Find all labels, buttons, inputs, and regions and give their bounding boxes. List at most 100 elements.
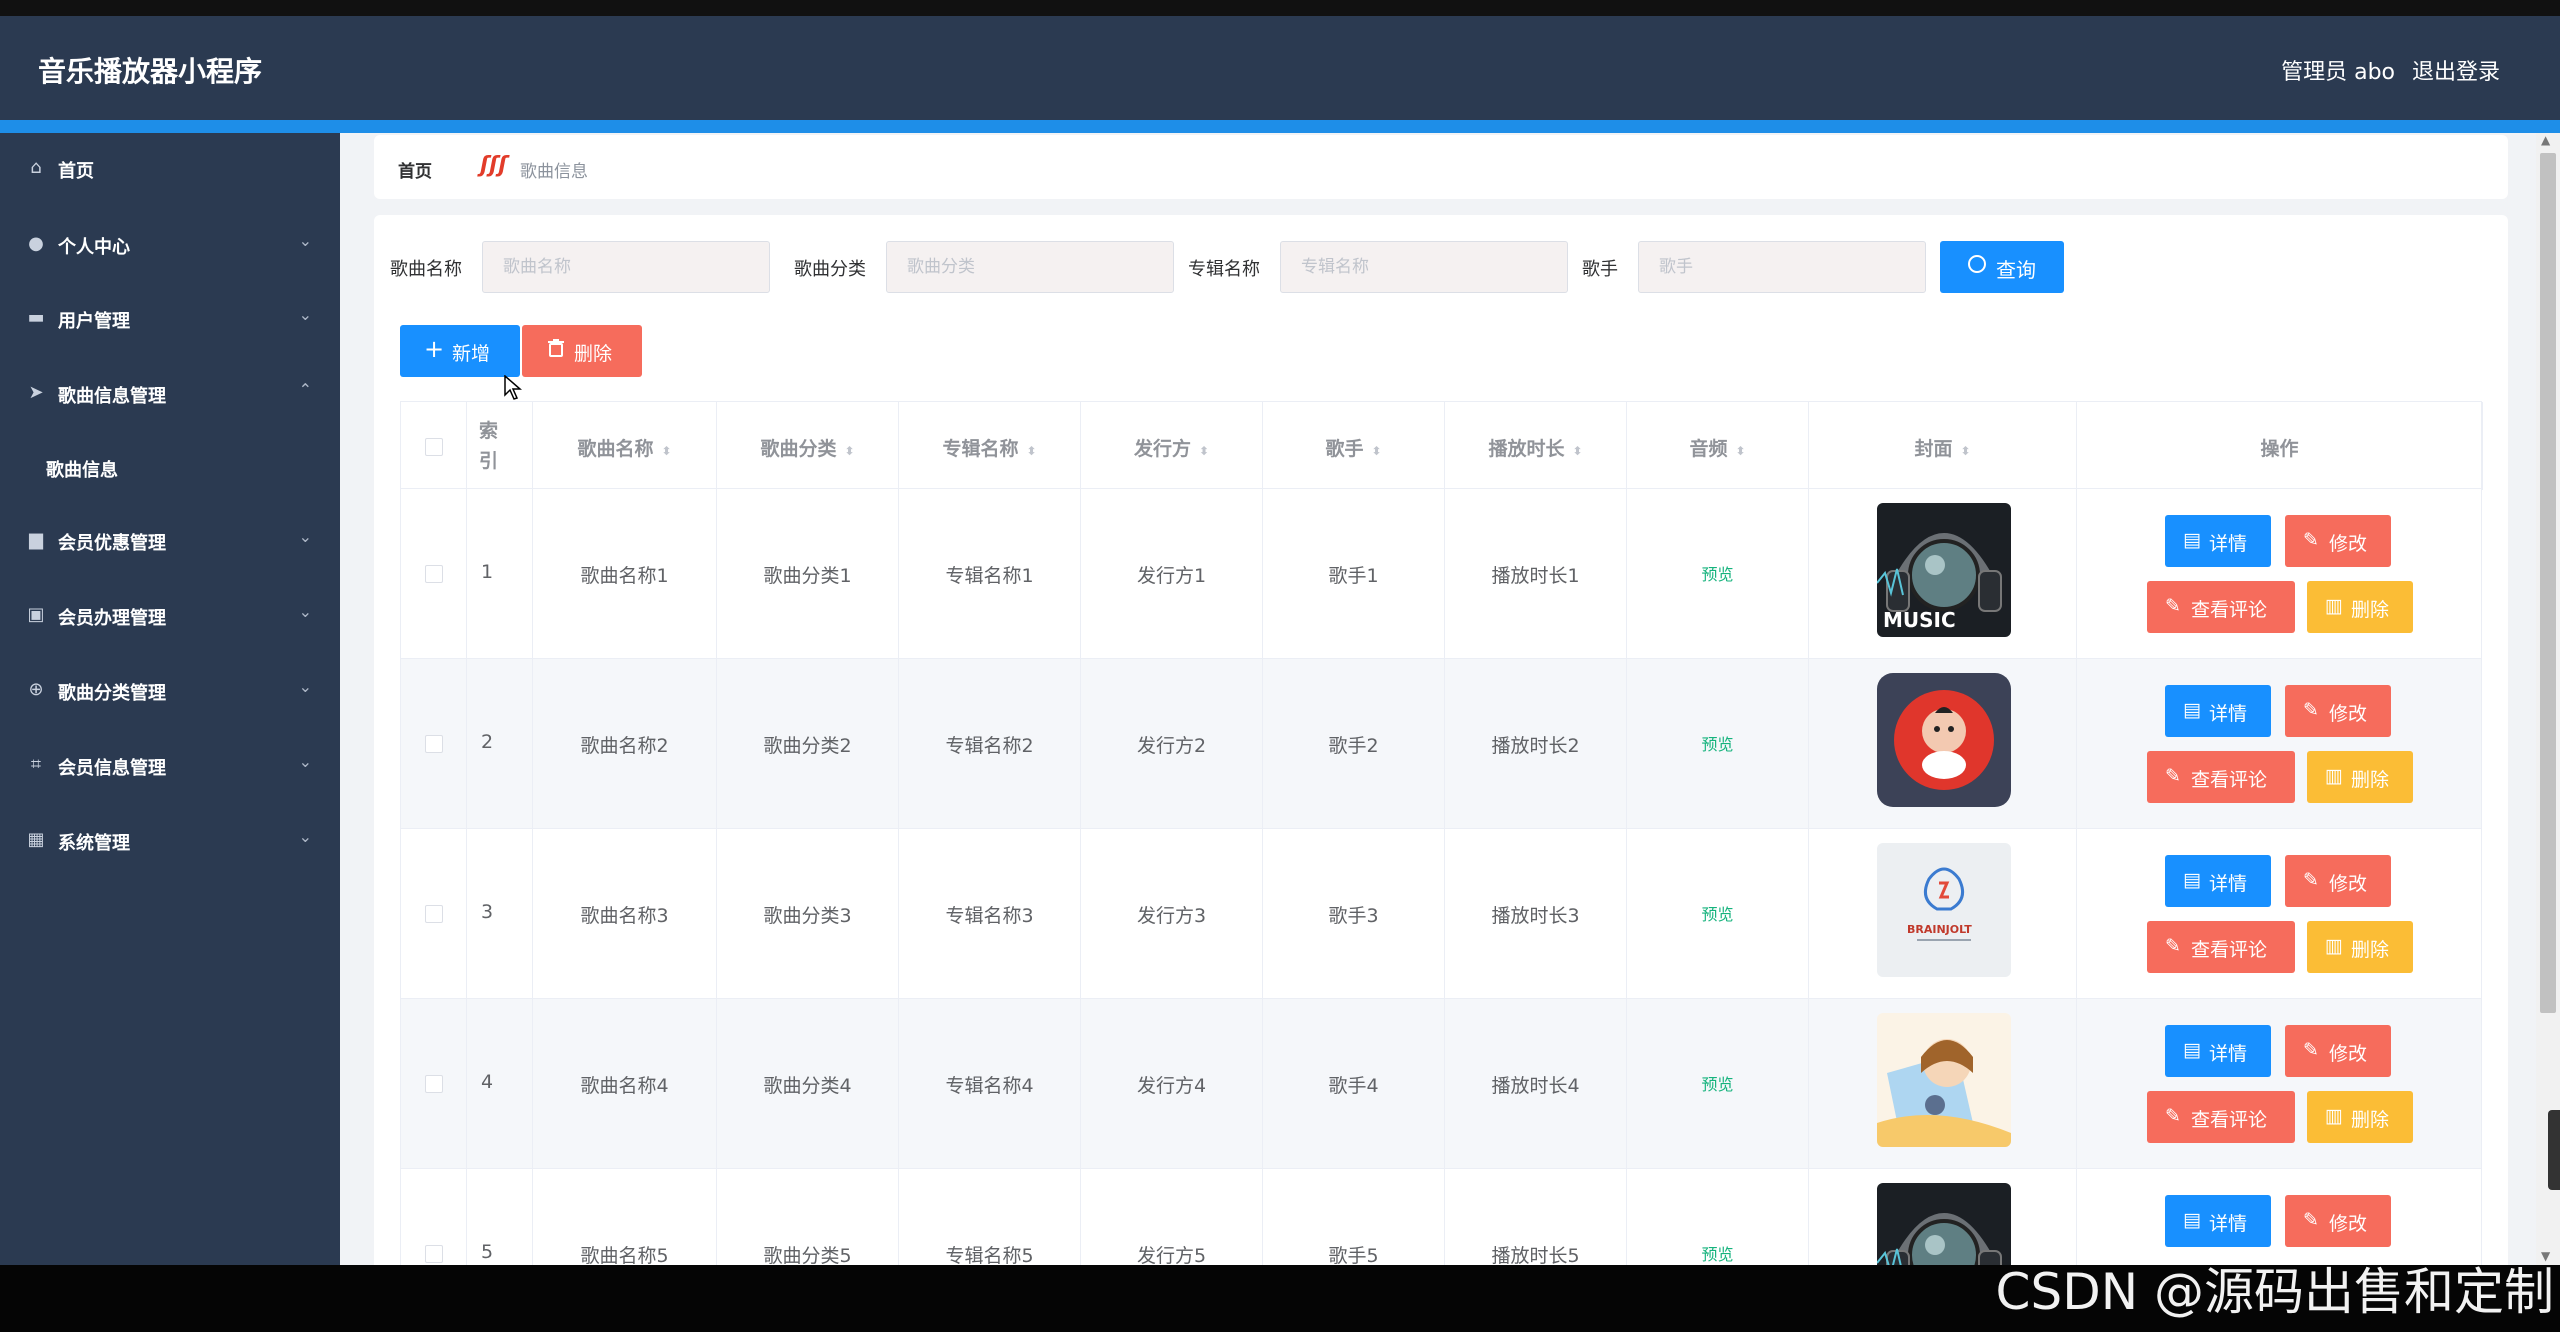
row-checkbox[interactable] xyxy=(425,1245,443,1263)
audio-preview-link[interactable]: 预览 xyxy=(1701,565,1733,584)
side-handle[interactable] xyxy=(2548,1110,2560,1190)
cell-index: 2 xyxy=(467,659,533,828)
cell-value: 歌手2 xyxy=(1328,735,1379,757)
table-row: 3 歌曲名称3 歌曲分类3 专辑名称3 发行方3 歌手3 播放时长3 预览 BRAINJOLT ▤… xyxy=(400,829,2482,999)
breadcrumb-separator: ʃʃʃ xyxy=(480,153,508,178)
cell-value: 播放时长4 xyxy=(1491,1075,1580,1097)
sort-caret-icon[interactable]: ⬍ xyxy=(1960,444,1970,458)
sort-caret-icon[interactable]: ⬍ xyxy=(1572,444,1582,458)
detail-button[interactable]: ▤ 详情 xyxy=(2165,855,2271,907)
row-checkbox[interactable] xyxy=(425,735,443,753)
sort-caret-icon[interactable]: ⬍ xyxy=(661,444,671,458)
song-name-input[interactable] xyxy=(482,241,770,293)
add-button[interactable]: + 新增 xyxy=(400,325,520,377)
scrollbar-thumb[interactable] xyxy=(2540,153,2556,1013)
detail-button[interactable]: ▤ 详情 xyxy=(2165,1195,2271,1247)
cover-image-music-headphones[interactable]: MUSIC xyxy=(1877,1183,2011,1265)
edit-button[interactable]: ✎ 修改 xyxy=(2285,1025,2391,1077)
sort-caret-icon[interactable]: ⬍ xyxy=(1371,444,1381,458)
sidebar-item-label: 歌曲信息管理 xyxy=(58,386,166,407)
cell-actions: ▤ 详情 ✎ 修改 ✎ 查看评论 ▥ 删除 xyxy=(2077,489,2483,658)
cell-value: 歌手4 xyxy=(1328,1075,1379,1097)
sidebar-item-9[interactable]: ▦ 系统管理 ⌄ xyxy=(0,805,340,879)
breadcrumb-home[interactable]: 首页 xyxy=(398,157,432,182)
delete-button[interactable]: ▥ 删除 xyxy=(2307,921,2413,973)
row-checkbox[interactable] xyxy=(425,905,443,923)
cell-value: 发行方5 xyxy=(1136,1245,1207,1265)
cover-image-cartoon-avatar[interactable] xyxy=(1877,673,2011,807)
detail-button-label: 详情 xyxy=(2209,1043,2248,1065)
row-checkbox[interactable] xyxy=(425,1075,443,1093)
column-header-label: 音频 ⬍ xyxy=(1627,434,1808,461)
column-header-7[interactable]: 音频 ⬍ xyxy=(1627,402,1809,490)
view-comments-button[interactable]: ✎ 查看评论 xyxy=(2147,1091,2295,1143)
cover-image-sleeping-girl[interactable] xyxy=(1877,1013,2011,1147)
view-comments-button[interactable]: ✎ 查看评论 xyxy=(2147,581,2295,633)
singer-input[interactable] xyxy=(1638,241,1926,293)
edit-button[interactable]: ✎ 修改 xyxy=(2285,515,2391,567)
audio-preview-wrap: 预览 xyxy=(1627,731,1808,755)
sidebar-item-7[interactable]: ⊕ 歌曲分类管理 ⌄ xyxy=(0,655,340,729)
sidebar-item-2[interactable]: ▬ 用户管理 ⌄ xyxy=(0,283,340,357)
detail-button[interactable]: ▤ 详情 xyxy=(2165,515,2271,567)
cell-value: 歌曲分类3 xyxy=(763,905,852,927)
view-comments-button[interactable]: ✎ 查看评论 xyxy=(2147,751,2295,803)
column-header-text: 索引 xyxy=(479,420,499,472)
chevron-down-icon: ⌄ xyxy=(298,602,312,621)
audio-preview-link[interactable]: 预览 xyxy=(1701,1245,1733,1264)
sort-caret-icon[interactable]: ⬍ xyxy=(1735,444,1745,458)
edit-button[interactable]: ✎ 修改 xyxy=(2285,855,2391,907)
column-header-6[interactable]: 播放时长 ⬍ xyxy=(1445,402,1627,490)
edit-button[interactable]: ✎ 修改 xyxy=(2285,1195,2391,1247)
select-all-checkbox[interactable] xyxy=(425,438,443,456)
audio-preview-link[interactable]: 预览 xyxy=(1701,905,1733,924)
detail-button[interactable]: ▤ 详情 xyxy=(2165,685,2271,737)
sort-caret-icon[interactable]: ⬍ xyxy=(844,444,854,458)
cell-name: 歌曲名称1 xyxy=(533,489,717,658)
cell-index: 5 xyxy=(467,1169,533,1265)
column-header-9[interactable]: 操作 xyxy=(2077,402,2483,490)
column-header-8[interactable]: 封面 ⬍ xyxy=(1809,402,2077,490)
column-header-4[interactable]: 发行方 ⬍ xyxy=(1081,402,1263,490)
column-header-3[interactable]: 专辑名称 ⬍ xyxy=(899,402,1081,490)
send-icon: ➤ xyxy=(28,382,44,403)
sidebar-item-label: 歌曲信息 xyxy=(46,460,118,481)
column-header-1[interactable]: 歌曲名称 ⬍ xyxy=(533,402,717,490)
vertical-scrollbar[interactable]: ▲ ▼ xyxy=(2536,133,2560,1265)
sidebar-item-3[interactable]: ➤ 歌曲信息管理 ⌃ xyxy=(0,358,340,432)
view-comments-button[interactable]: ✎ 查看评论 xyxy=(2147,921,2295,973)
album-name-input[interactable] xyxy=(1280,241,1568,293)
sidebar-item-6[interactable]: ▣ 会员办理管理 ⌄ xyxy=(0,580,340,654)
chevron-down-icon: ⌄ xyxy=(298,527,312,546)
scroll-up-icon[interactable]: ▲ xyxy=(2541,133,2550,147)
delete-button[interactable]: ▥ 删除 xyxy=(2307,751,2413,803)
column-header-2[interactable]: 歌曲分类 ⬍ xyxy=(717,402,899,490)
sidebar-item-0[interactable]: ⌂ 首页 xyxy=(0,133,340,207)
watermark: CSDN @源码出售和定制 xyxy=(1995,1263,2554,1321)
cover-image-music-headphones[interactable]: MUSIC xyxy=(1877,503,2011,637)
logout-link[interactable]: 退出登录 xyxy=(2412,54,2500,86)
delete-button[interactable]: ▥ 删除 xyxy=(2307,581,2413,633)
query-button[interactable]: 查询 xyxy=(1940,241,2064,293)
row-checkbox[interactable] xyxy=(425,565,443,583)
delete-button[interactable]: ▥ 删除 xyxy=(2307,1091,2413,1143)
song-category-input[interactable] xyxy=(886,241,1174,293)
sidebar-item-1[interactable]: ● 个人中心 ⌄ xyxy=(0,209,340,283)
sort-caret-icon[interactable]: ⬍ xyxy=(1199,444,1209,458)
sort-caret-icon[interactable]: ⬍ xyxy=(1026,444,1036,458)
chevron-down-icon: ⌄ xyxy=(298,752,312,771)
sidebar-item-label: 会员办理管理 xyxy=(58,608,166,629)
batch-delete-label: 删除 xyxy=(574,343,613,365)
audio-preview-link[interactable]: 预览 xyxy=(1701,1075,1733,1094)
detail-button[interactable]: ▤ 详情 xyxy=(2165,1025,2271,1077)
batch-delete-button[interactable]: 删除 xyxy=(522,325,642,377)
sidebar-item-5[interactable]: ▆ 会员优惠管理 ⌄ xyxy=(0,505,340,579)
cell-audio: 预览 xyxy=(1627,999,1809,1168)
sidebar-song-info[interactable]: 歌曲信息 xyxy=(0,432,340,506)
column-header-5[interactable]: 歌手 ⬍ xyxy=(1263,402,1445,490)
sidebar-item-8[interactable]: ⌗ 会员信息管理 ⌄ xyxy=(0,730,340,804)
edit-button[interactable]: ✎ 修改 xyxy=(2285,685,2391,737)
column-header-0[interactable]: 索引 xyxy=(467,402,533,490)
cover-image-brainjolt-logo[interactable]: BRAINJOLT xyxy=(1877,843,2011,977)
audio-preview-link[interactable]: 预览 xyxy=(1701,735,1733,754)
